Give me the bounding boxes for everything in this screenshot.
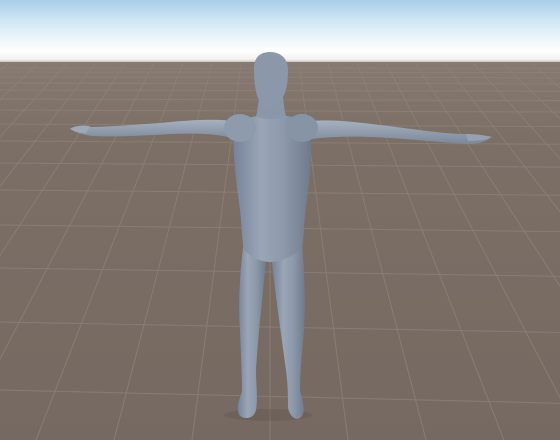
left-shoulder [224,114,256,142]
right-arm [304,120,490,144]
right-leg [272,240,305,419]
right-hand [466,134,492,141]
scene-viewport[interactable] [0,0,560,440]
left-leg [237,240,266,418]
humanoid-mannequin-icon[interactable] [0,0,560,440]
left-arm [72,119,238,140]
right-shoulder [286,114,318,142]
